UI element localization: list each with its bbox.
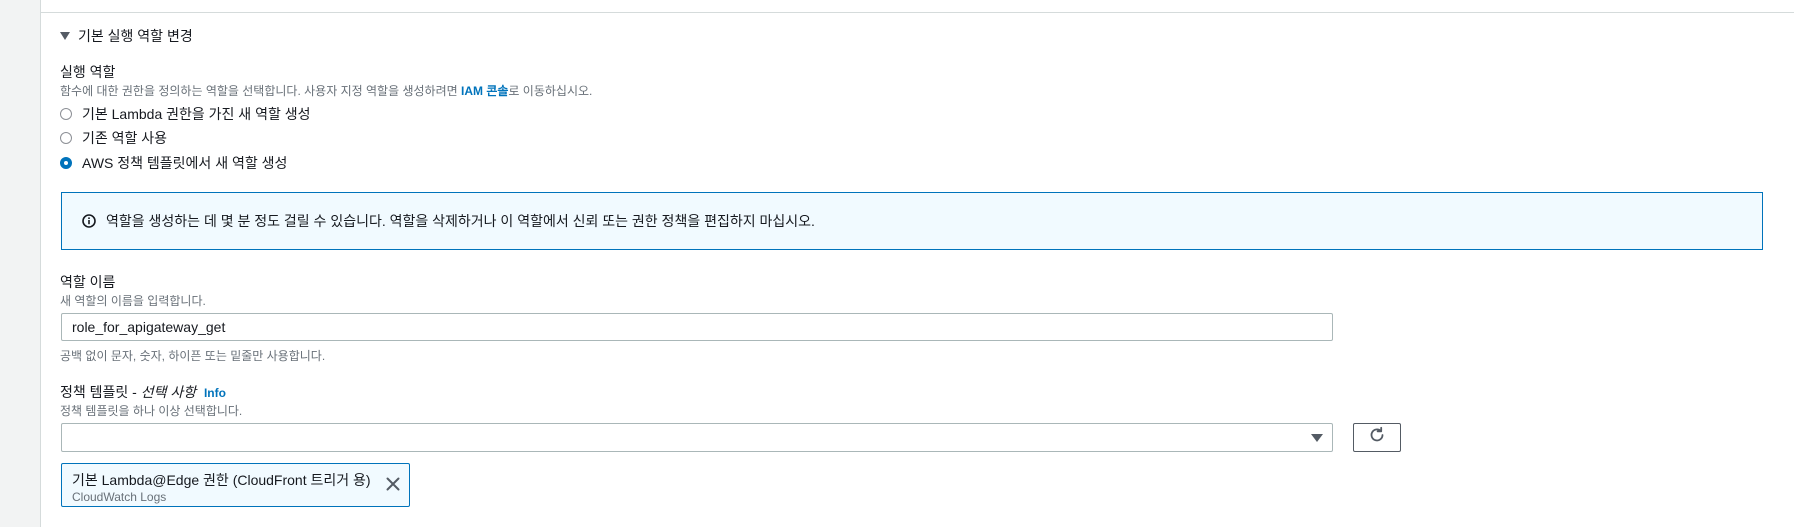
role-name-label: 역할 이름	[60, 274, 116, 290]
description-text: 함수에 대한 권한을 정의하는 역할을 선택합니다. 사용자 지정 역할을 생성…	[60, 84, 461, 98]
radio-label: AWS 정책 템플릿에서 새 역할 생성	[82, 155, 288, 171]
change-default-execution-role-toggle[interactable]: 기본 실행 역할 변경	[60, 26, 193, 46]
description-text-suffix: 로 이동하십시오.	[508, 84, 593, 98]
role-name-description: 새 역할의 이름을 입력합니다.	[60, 294, 206, 308]
role-name-constraint: 공백 없이 문자, 숫자, 하이픈 또는 밑줄만 사용합니다.	[60, 349, 326, 363]
optional-text: 선택 사항	[140, 384, 197, 400]
execution-role-label: 실행 역할	[60, 64, 116, 80]
policy-templates-label: 정책 템플릿 - 선택 사항 Info	[60, 382, 226, 402]
info-alert-text: 역할을 생성하는 데 몇 분 정도 걸릴 수 있습니다. 역할을 삭제하거나 이…	[106, 213, 815, 229]
token-title: 기본 Lambda@Edge 권한 (CloudFront 트리거 용)	[72, 472, 371, 488]
info-link[interactable]: Info	[204, 386, 226, 400]
info-alert: 역할을 생성하는 데 몇 분 정도 걸릴 수 있습니다. 역할을 삭제하거나 이…	[61, 192, 1763, 250]
role-name-input[interactable]	[61, 313, 1333, 341]
caret-down-icon	[1311, 434, 1323, 442]
divider	[40, 12, 1794, 13]
close-icon[interactable]	[385, 476, 401, 492]
iam-console-link[interactable]: IAM 콘솔	[461, 84, 508, 98]
radio-create-from-policy-template[interactable]: AWS 정책 템플릿에서 새 역할 생성	[60, 153, 287, 173]
radio-use-existing-role[interactable]: 기존 역할 사용	[60, 128, 167, 148]
policy-templates-description: 정책 템플릿을 하나 이상 선택합니다.	[60, 404, 243, 418]
radio-button[interactable]	[60, 108, 72, 120]
selected-policy-token: 기본 Lambda@Edge 권한 (CloudFront 트리거 용) Clo…	[61, 463, 410, 507]
toggle-label: 기본 실행 역할 변경	[78, 28, 193, 44]
caret-down-icon	[60, 32, 70, 40]
radio-button-checked[interactable]	[60, 157, 72, 169]
refresh-icon	[1368, 426, 1386, 449]
radio-button[interactable]	[60, 132, 72, 144]
token-subtitle: CloudWatch Logs	[72, 490, 167, 504]
info-icon	[82, 214, 96, 228]
refresh-button[interactable]	[1353, 423, 1401, 452]
policy-templates-label-text: 정책 템플릿 -	[60, 384, 141, 400]
policy-template-select[interactable]	[61, 423, 1333, 452]
execution-role-description: 함수에 대한 권한을 정의하는 역할을 선택합니다. 사용자 지정 역할을 생성…	[60, 82, 592, 99]
radio-label: 기존 역할 사용	[82, 130, 168, 146]
radio-create-basic-role[interactable]: 기본 Lambda 권한을 가진 새 역할 생성	[60, 104, 311, 124]
radio-label: 기본 Lambda 권한을 가진 새 역할 생성	[82, 106, 311, 122]
